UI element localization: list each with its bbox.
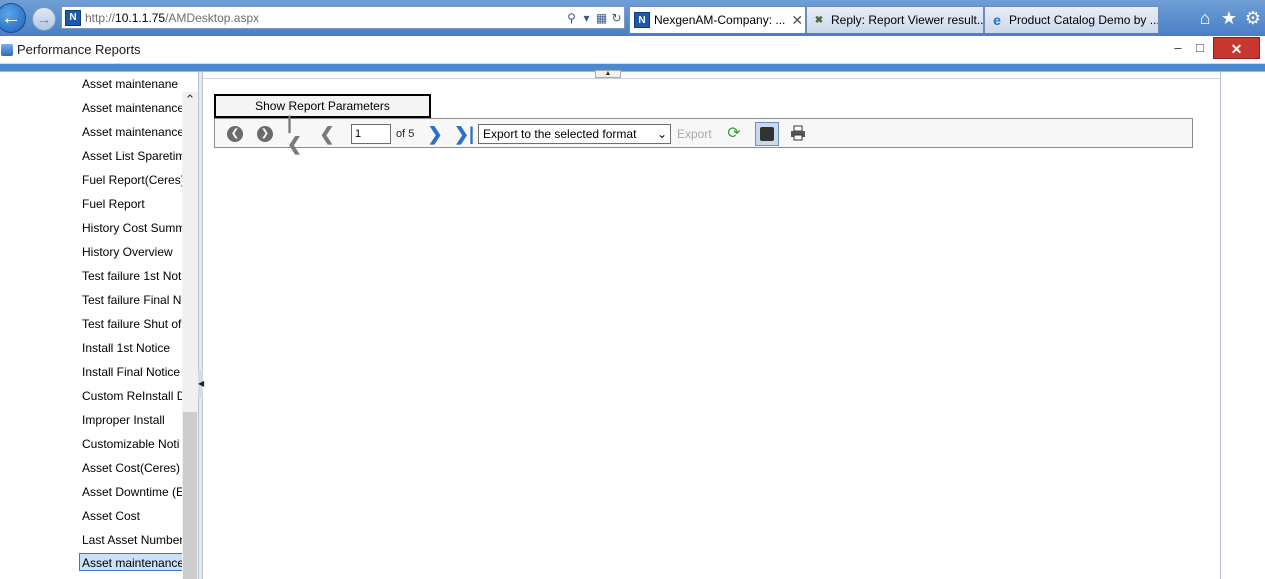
sidebar-scrollbar-thumb[interactable] <box>183 412 197 579</box>
report-viewer-toolbar: ❮ ❯ |❮ ❮ of 5 ❯ ❯| Export to the selecte… <box>214 113 1193 154</box>
window-title: Performance Reports <box>17 42 141 57</box>
browser-chrome: ← → N http://10.1.1.75/AMDesktop.aspx ⚲ … <box>0 0 1265 36</box>
first-page-icon[interactable]: |❮ <box>287 113 307 154</box>
collapse-top-handle[interactable]: ▲ <box>595 70 621 78</box>
star-icon[interactable]: ★ <box>1218 7 1240 29</box>
app-icon <box>1 43 13 56</box>
print-icon[interactable] <box>790 125 806 141</box>
tab-nexgenam[interactable]: N NexgenAM-Company: ... ✕ <box>629 6 806 33</box>
current-page-input[interactable] <box>351 124 391 144</box>
content-top-border <box>202 78 1221 79</box>
scroll-up-icon[interactable]: ⌃ <box>182 92 198 108</box>
report-list-item[interactable]: Install 1st Notice <box>82 339 182 357</box>
report-list-item[interactable]: Asset Downtime (E <box>82 483 182 501</box>
forward-history-icon[interactable]: ❯ <box>255 119 275 149</box>
report-list-item[interactable]: Install Final Notice <box>82 363 182 381</box>
close-tab-icon[interactable]: ✕ <box>791 12 803 29</box>
site-favicon-icon: N <box>65 9 81 26</box>
report-list-item[interactable]: Fuel Report(Ceres) <box>82 171 182 189</box>
report-list-item[interactable]: History Overview <box>82 243 182 261</box>
report-list-item[interactable]: Fuel Report <box>82 195 182 213</box>
show-report-parameters-button[interactable]: Show Report Parameters <box>214 94 431 118</box>
gear-icon[interactable]: ⚙ <box>1242 7 1264 29</box>
refresh-report-icon[interactable]: ⟳ <box>725 125 743 143</box>
export-format-select[interactable]: Export to the selected format ⌄ <box>478 124 671 144</box>
report-list-item[interactable]: Asset maintenance <box>82 123 182 141</box>
compatibility-view-icon[interactable]: ▦ <box>594 11 609 25</box>
dropdown-arrow-icon[interactable]: ▾ <box>579 11 594 25</box>
minimize-button[interactable]: – <box>1170 38 1186 58</box>
total-pages-label: of 5 <box>396 128 415 140</box>
report-list-item[interactable]: Customizable Noti <box>82 435 182 453</box>
ie-favicon-icon: e <box>993 12 1001 28</box>
back-icon[interactable]: ← <box>0 3 26 33</box>
report-list-item[interactable]: Asset Cost <box>82 507 182 525</box>
tab-reply-report-viewer[interactable]: ✖ Reply: Report Viewer result... <box>806 6 984 33</box>
address-bar[interactable]: N http://10.1.1.75/AMDesktop.aspx ⚲ ▾ ▦ … <box>61 6 625 29</box>
export-link[interactable]: Export <box>677 119 712 149</box>
tab-label: Reply: Report Viewer result... <box>831 13 984 27</box>
report-list-item[interactable]: Test failure Shut of <box>82 315 182 333</box>
report-list-item-selected[interactable]: Asset maintenance <box>79 553 183 571</box>
content-right-border <box>1220 72 1221 579</box>
nexgen-favicon-icon: N <box>634 12 650 28</box>
report-list-item[interactable]: Improper Install <box>82 411 182 429</box>
refresh-icon[interactable]: ↻ <box>609 11 624 25</box>
address-url[interactable]: http://10.1.1.75/AMDesktop.aspx <box>85 11 564 25</box>
forum-favicon-icon: ✖ <box>814 14 824 26</box>
report-list-item[interactable]: Custom ReInstall D <box>82 387 182 405</box>
close-window-button[interactable]: ✕ <box>1213 37 1260 59</box>
find-icon[interactable] <box>755 122 779 146</box>
forward-icon[interactable]: → <box>32 7 56 31</box>
collapse-sidebar-icon[interactable]: ◀ <box>198 370 204 398</box>
report-list-item[interactable]: Asset maintenane ( <box>82 75 182 93</box>
report-list-item[interactable]: Asset Cost(Ceres) <box>82 459 182 477</box>
search-icon[interactable]: ⚲ <box>564 11 579 25</box>
report-list-item[interactable]: Last Asset Number <box>82 531 182 549</box>
maximize-button[interactable]: □ <box>1192 38 1208 58</box>
last-page-icon[interactable]: ❯| <box>453 119 475 149</box>
back-history-icon[interactable]: ❮ <box>225 119 245 149</box>
report-list-item[interactable]: Asset maintenance <box>82 99 182 117</box>
pane-splitter[interactable] <box>198 72 203 579</box>
report-list-item[interactable]: Asset List Sparetim <box>82 147 182 165</box>
report-list-item[interactable]: Test failure Final N <box>82 291 182 309</box>
report-list-item[interactable]: History Cost Summ <box>82 219 182 237</box>
next-page-icon[interactable]: ❯ <box>425 119 445 149</box>
previous-page-icon[interactable]: ❮ <box>317 119 337 149</box>
chevron-down-icon: ⌄ <box>656 127 667 141</box>
window-title-bar: Performance Reports – □ ✕ <box>0 36 1265 64</box>
tab-product-catalog[interactable]: e Product Catalog Demo by ... <box>984 6 1159 33</box>
report-list-item[interactable]: Test failure 1st Not <box>82 267 182 285</box>
tab-label: NexgenAM-Company: ... <box>654 13 786 27</box>
tab-label: Product Catalog Demo by ... <box>1009 13 1159 27</box>
home-icon[interactable]: ⌂ <box>1194 7 1216 29</box>
header-strip <box>0 64 1265 72</box>
report-list-sidebar: Asset maintenane ( Asset maintenance Ass… <box>0 72 198 579</box>
export-format-value: Export to the selected format <box>483 127 637 141</box>
